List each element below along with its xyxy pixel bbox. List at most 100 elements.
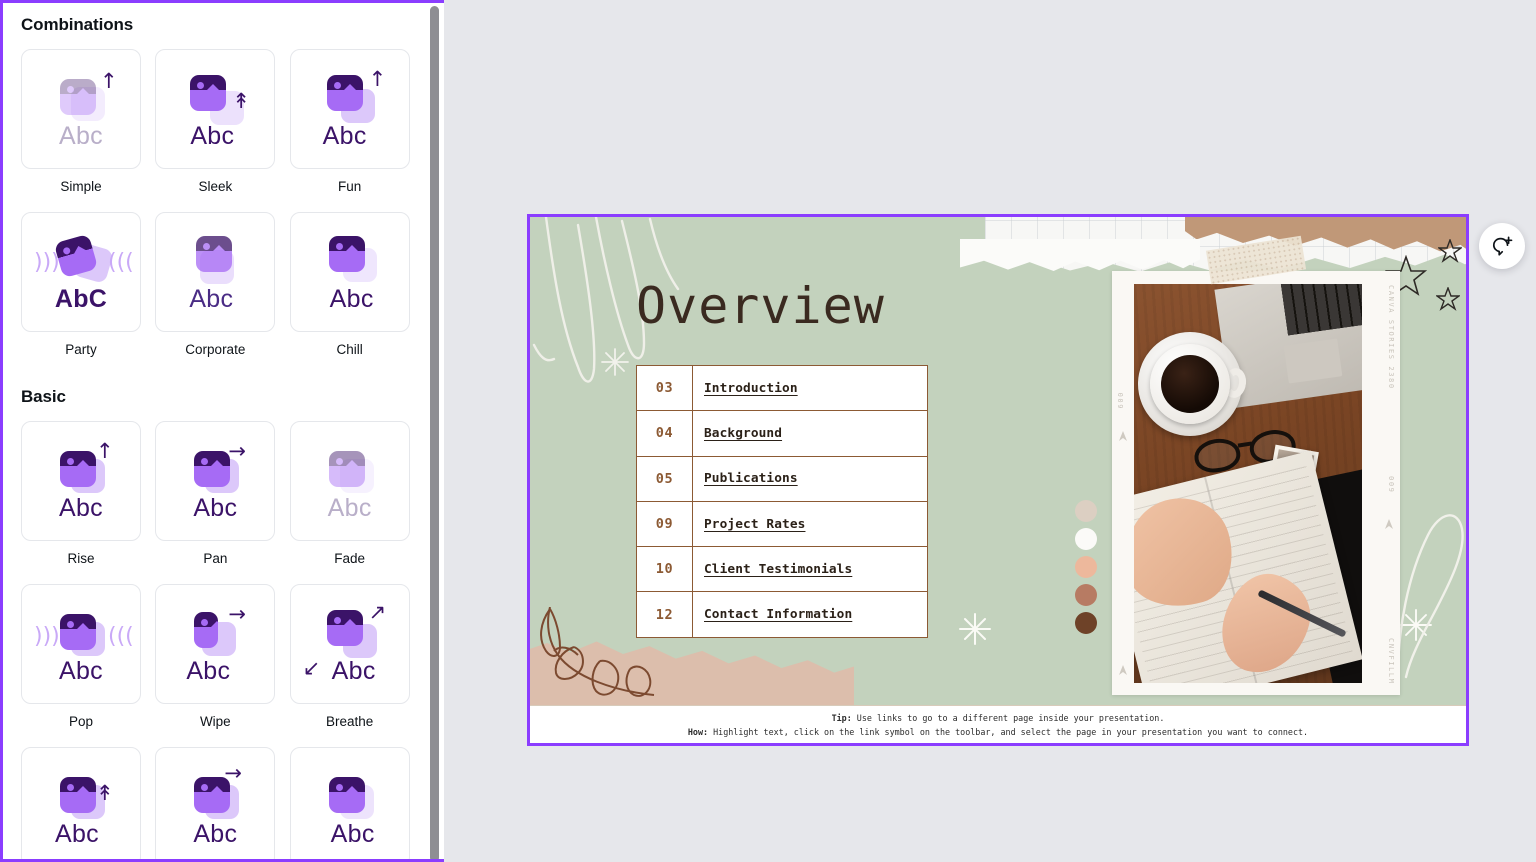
image-text-fade-icon: Abc: [307, 441, 393, 522]
animation-label-simple: Simple: [60, 179, 102, 194]
animation-label-pop: Pop: [68, 714, 94, 729]
animation-label-wipe: Wipe: [199, 714, 231, 729]
add-comment-button[interactable]: [1479, 223, 1525, 269]
toc-entry-link[interactable]: Background: [692, 410, 928, 457]
animation-preview-pop[interactable]: ))) ((( Abc: [21, 584, 141, 704]
animation-option-wipe[interactable]: → Abc Wipe: [155, 584, 276, 747]
animation-preview-partial-1[interactable]: ↟ Abc: [21, 747, 141, 859]
panel-scrollbar-track[interactable]: [430, 6, 440, 859]
animations-side-panel: Combinations ↑ Abc Simple ↟ Abc Sleek ↑ …: [0, 0, 444, 862]
table-row[interactable]: 03 Introduction: [636, 364, 928, 412]
slide-tip-footer: Tip: Use links to go to a different page…: [530, 705, 1466, 743]
desk-workspace-photo: [1134, 284, 1362, 683]
slide-background: Overview 03 Introduction 04 Background 0…: [530, 217, 1466, 705]
animation-preview-chill[interactable]: Abc: [289, 212, 410, 332]
slide-page[interactable]: Overview 03 Introduction 04 Background 0…: [530, 217, 1466, 743]
how-text: Highlight text, click on the link symbol…: [708, 726, 1309, 737]
sparkle-star-bottom-right: [1400, 609, 1432, 641]
animation-preview-simple[interactable]: ↑ Abc: [21, 49, 141, 169]
color-swatch-2: [1075, 528, 1097, 550]
animation-preview-sleek[interactable]: ↟ Abc: [155, 49, 276, 169]
animation-label-pan: Pan: [203, 551, 228, 566]
sparkle-star-center: [959, 613, 991, 645]
animation-option-fun[interactable]: ↑ Abc Fun: [289, 49, 410, 212]
animation-preview-partial-2[interactable]: → Abc: [155, 747, 276, 859]
toc-entry-link[interactable]: Project Rates: [692, 500, 928, 548]
toc-entry-link[interactable]: Publications: [692, 455, 928, 502]
design-canvas-area: Overview 03 Introduction 04 Background 0…: [444, 0, 1536, 862]
table-row[interactable]: 12 Contact Information: [636, 591, 928, 638]
polaroid-photo-frame[interactable]: CANVA STORIES 2380 009 CNVFILLM 600: [1112, 271, 1400, 695]
image-text-wipe-icon: → Abc: [186, 602, 246, 686]
slide-title[interactable]: Overview: [636, 277, 885, 335]
panel-scrollbar-thumb[interactable]: [430, 6, 439, 859]
animation-label-chill: Chill: [336, 342, 363, 357]
table-row[interactable]: 04 Background: [636, 410, 928, 457]
color-swatch-5: [1075, 612, 1097, 634]
how-label: How:: [687, 726, 709, 737]
animation-option-partial-2[interactable]: → Abc: [155, 747, 276, 859]
animation-option-simple[interactable]: ↑ Abc Simple: [21, 49, 141, 212]
table-row[interactable]: 09 Project Rates: [636, 500, 928, 548]
film-label-left-mid: 600: [1117, 391, 1125, 409]
animation-preview-party[interactable]: ))) ((( AbC: [21, 212, 141, 332]
animation-option-chill[interactable]: Abc Chill: [289, 212, 410, 375]
loop-doodle-right: [1396, 514, 1464, 679]
animation-option-fade[interactable]: Abc Fade: [289, 421, 410, 584]
toc-table-body: 03 Introduction 04 Background 05 Publica…: [636, 364, 928, 638]
toc-page-number: 12: [636, 591, 693, 638]
color-swatch-column: [1075, 500, 1097, 634]
animation-label-fun: Fun: [338, 179, 362, 194]
animation-grid-basic: ↑ Abc Rise → Abc Pan Abc Fade))) (((Ab…: [21, 421, 411, 747]
image-text-bounce-icon: ↑ Abc: [322, 67, 387, 151]
animation-option-pan[interactable]: → Abc Pan: [155, 421, 276, 584]
animation-preview-fade[interactable]: Abc: [289, 421, 410, 541]
section-heading-basic: Basic: [21, 387, 66, 406]
animation-preview-rise[interactable]: ↑ Abc: [21, 421, 141, 541]
animation-preview-partial-3[interactable]: Abc: [289, 747, 410, 859]
animation-option-rise[interactable]: ↑ Abc Rise: [21, 421, 141, 584]
image-text-dissolve-icon: Abc: [172, 232, 258, 313]
film-arrow-left: [1119, 431, 1127, 441]
toc-entry-link[interactable]: Client Testimonials: [692, 546, 928, 593]
toc-page-number: 03: [636, 364, 693, 412]
image-text-pop-icon: ))) ((( Abc: [34, 604, 134, 685]
coffee-liquid: [1161, 355, 1219, 413]
animation-preview-pan[interactable]: → Abc: [155, 421, 276, 541]
animation-option-corporate[interactable]: Abc Corporate: [155, 212, 276, 375]
film-arrow-bottom-left: [1119, 665, 1127, 675]
image-text-slide-up-icon: ↟ Abc: [172, 69, 258, 150]
animation-option-breathe[interactable]: ↗ ↙ Abc Breathe: [289, 584, 410, 747]
animation-preview-wipe[interactable]: → Abc: [155, 584, 276, 704]
slide-selection-frame[interactable]: Overview 03 Introduction 04 Background 0…: [527, 214, 1469, 746]
table-row[interactable]: 05 Publications: [636, 455, 928, 502]
animation-label-fade: Fade: [334, 551, 366, 566]
animation-grid-partial: ↟ Abc → Abc Abc: [21, 747, 411, 859]
toc-entry-link[interactable]: Contact Information: [692, 591, 928, 638]
laptop-trackpad: [1283, 338, 1343, 384]
animation-preview-breathe[interactable]: ↗ ↙ Abc: [289, 584, 410, 704]
film-label-right-top: CANVA STORIES 2380: [1387, 285, 1395, 390]
animation-option-partial-1[interactable]: ↟ Abc: [21, 747, 141, 859]
canva-editor-window: Combinations ↑ Abc Simple ↟ Abc Sleek ↑ …: [0, 0, 1536, 862]
image-text-lift-icon: ↟ Abc: [38, 767, 124, 848]
table-of-contents-table[interactable]: 03 Introduction 04 Background 05 Publica…: [636, 364, 928, 638]
torn-pink-bottom-edge: [530, 641, 854, 705]
color-swatch-3: [1075, 556, 1097, 578]
table-row[interactable]: 10 Client Testimonials: [636, 546, 928, 593]
image-text-drift-icon: Abc: [307, 232, 393, 313]
animation-label-corporate: Corporate: [185, 342, 246, 357]
animation-preview-fun[interactable]: ↑ Abc: [289, 49, 410, 169]
image-text-blur-icon: Abc: [307, 767, 393, 848]
outline-star-small-2: [1436, 287, 1460, 311]
toc-entry-link[interactable]: Introduction: [692, 364, 928, 412]
animation-option-pop[interactable]: ))) ((( Abc Pop: [21, 584, 141, 747]
animation-option-sleek[interactable]: ↟ Abc Sleek: [155, 49, 276, 212]
animation-label-sleek: Sleek: [198, 179, 233, 194]
animation-option-party[interactable]: ))) ((( AbC Party: [21, 212, 141, 375]
toc-page-number: 04: [636, 410, 693, 457]
animation-option-partial-3[interactable]: Abc: [289, 747, 410, 859]
image-text-arrow-up-icon: ↑ Abc: [59, 439, 114, 523]
animation-preview-corporate[interactable]: Abc: [155, 212, 276, 332]
tip-line-2: How: Highlight text, click on the link s…: [688, 725, 1308, 739]
